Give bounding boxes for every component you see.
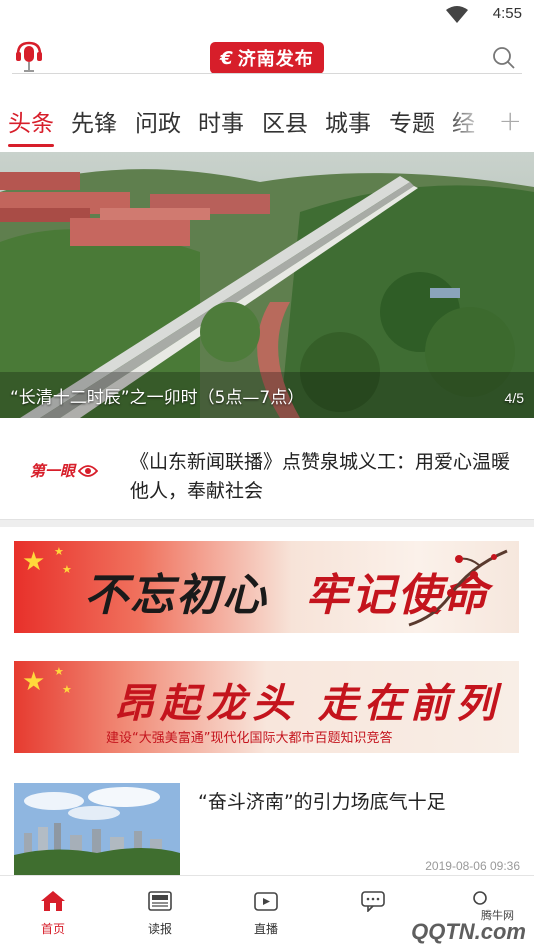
article-date: 2019-08-06 09:36 [425, 859, 520, 873]
plum-branch-icon [408, 549, 508, 627]
add-channel-button[interactable]: + [499, 104, 522, 137]
star-icon: ★ [62, 563, 72, 576]
watermark-small: 腾牛网 [481, 910, 514, 922]
active-tab-indicator [8, 144, 54, 147]
banner-dragon-head[interactable]: ★ ★ ★ 昂起龙头 走在前列 建设“大强美富通”现代化国际大都市百题知识竞答 [14, 661, 519, 753]
tabs-fade [446, 94, 486, 150]
banner2-slogan: 昂起龙头 走在前列 [114, 680, 502, 727]
city-skyline-image [14, 783, 180, 875]
nav-newspaper-label: 读报 [147, 922, 172, 936]
first-eye-badge-text: 第一眼 [30, 462, 76, 480]
eye-icon [78, 464, 99, 477]
wifi-icon [446, 6, 468, 23]
bottom-navigation: 首页 读报 直播 腾牛网 QQTN.com [0, 875, 534, 949]
first-eye-headline: 《山东新闻联播》点赞泉城义工：用爱心温暖他人，奉献社会 [130, 451, 511, 502]
header-divider [12, 73, 522, 74]
nav-home[interactable]: 首页 [23, 890, 83, 937]
tab-city[interactable]: 城事 [325, 104, 371, 138]
article-thumbnail [14, 783, 180, 875]
tab-inquiry[interactable]: 问政 [135, 104, 181, 138]
nav-home-label: 首页 [40, 922, 65, 936]
live-icon [254, 892, 278, 911]
channel-tabs: 头条 先锋 问政 时事 区县 城事 专题 经 + [0, 94, 534, 150]
tab-current-affairs[interactable]: 时事 [198, 104, 244, 138]
site-watermark: 腾牛网 QQTN.com [411, 910, 526, 945]
carousel-counter: 4/5 [504, 390, 524, 406]
message-icon [361, 891, 385, 912]
tab-headline[interactable]: 头条 [8, 104, 54, 138]
status-bar: 4:55 [0, 0, 534, 30]
app-header: € 济南发布 [0, 30, 534, 76]
star-icon: ★ [22, 547, 46, 577]
app-logo: € 济南发布 [210, 42, 324, 74]
star-icon: ★ [22, 667, 46, 697]
home-icon [41, 891, 65, 911]
tab-districts[interactable]: 区县 [262, 104, 308, 138]
nav-newspaper[interactable]: 读报 [130, 890, 190, 937]
newspaper-icon [148, 891, 172, 911]
nav-live-label: 直播 [253, 922, 278, 936]
tab-pioneer[interactable]: 先锋 [71, 104, 117, 138]
logo-text: 济南发布 [237, 49, 314, 70]
search-icon[interactable] [492, 46, 516, 70]
headline-carousel[interactable]: “长清十二时辰”之一卯时（5点—7点） 4/5 [0, 152, 534, 418]
banner1-slogan-a: 不忘初心 [84, 570, 268, 621]
banner-original-aspiration[interactable]: ★ ★ ★ 不忘初心 牢记使命 [14, 541, 519, 633]
first-eye-badge: 第一眼 [30, 460, 99, 481]
tab-topics[interactable]: 专题 [389, 104, 435, 138]
nav-live[interactable]: 直播 [236, 890, 296, 937]
carousel-image [0, 152, 534, 418]
status-time: 4:55 [492, 5, 522, 22]
microphone-icon[interactable] [14, 40, 44, 74]
carousel-caption: “长清十二时辰”之一卯时（5点—7点） [10, 388, 305, 408]
star-icon: ★ [54, 545, 64, 558]
news-list-item[interactable]: “奋斗济南”的引力场底气十足 2019-08-06 09:36 [0, 783, 534, 875]
star-icon: ★ [54, 665, 64, 678]
star-icon: ★ [62, 683, 72, 696]
banner2-subtitle: 建设“大强美富通”现代化国际大都市百题知识竞答 [106, 731, 393, 746]
article-title: “奋斗济南”的引力场底气十足 [198, 791, 446, 813]
logo-mark: € [220, 47, 234, 69]
section-divider [0, 519, 534, 527]
nav-message[interactable] [343, 890, 403, 918]
first-eye-news[interactable]: 第一眼 《山东新闻联播》点赞泉城义工：用爱心温暖他人，奉献社会 [0, 430, 534, 518]
